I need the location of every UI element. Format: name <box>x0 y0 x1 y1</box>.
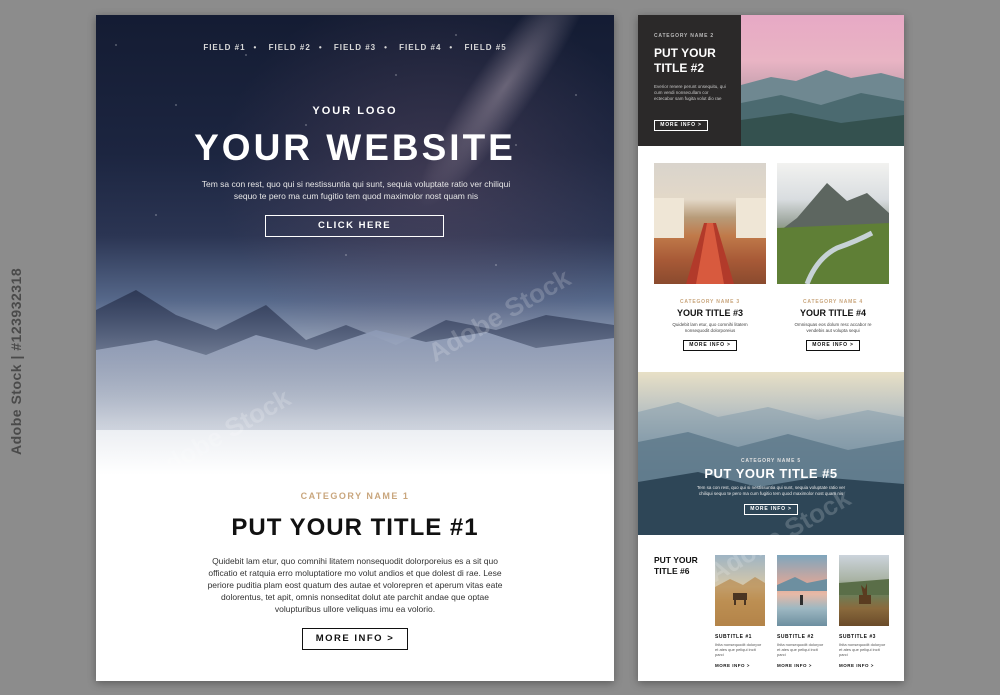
nav-field-5[interactable]: FIELD #5 <box>464 43 506 52</box>
subtitle2-image[interactable] <box>777 555 827 626</box>
nav-field-2[interactable]: FIELD #2 <box>269 43 311 52</box>
more-info-link-sub2[interactable]: MORE INFO > <box>777 663 827 668</box>
nav-field-1[interactable]: FIELD #1 <box>203 43 245 52</box>
block2-title: PUT YOUR TITLE #2 <box>654 46 716 75</box>
more-info-button-1[interactable]: MORE INFO > <box>302 628 408 650</box>
section-title-1: PUT YOUR TITLE #1 <box>231 514 479 541</box>
block3-image[interactable] <box>654 163 766 284</box>
green-valley-image <box>777 183 889 284</box>
hero-description: Tem sa con rest, quo qui si nestissuntia… <box>201 179 511 201</box>
desert-camp-image <box>654 198 766 284</box>
nav-fields: FIELD #1 • FIELD #2 • FIELD #3 • FIELD #4 • … <box>96 43 614 52</box>
nav-separator: • <box>384 43 388 52</box>
more-info-button-3[interactable]: MORE INFO > <box>683 340 737 351</box>
category-label-4: CATEGORY NAME 4 <box>803 299 863 305</box>
block5-banner: CATEGORY NAME 5 PUT YOUR TITLE #5 Tem sa… <box>638 372 904 535</box>
more-info-button-5[interactable]: MORE INFO > <box>744 504 798 515</box>
subtitle-3-text: Ihita nonsequodit dolorpor et ates que p… <box>839 642 886 657</box>
block3-text: Quidebit lam etur, quo comnihi litatem n… <box>672 322 748 333</box>
hero-background: FIELD #1 • FIELD #2 • FIELD #3 • FIELD #4 • … <box>96 15 614 475</box>
block2-panel: CATEGORY NAME 2 PUT YOUR TITLE #2 Everio… <box>638 15 741 146</box>
deer-image <box>839 579 889 604</box>
block4-text: Omnisquas eos dolum resc accabor re vend… <box>794 322 872 333</box>
block4-title: YOUR TITLE #4 <box>799 308 866 318</box>
category-label-3: CATEGORY NAME 3 <box>680 299 740 305</box>
secondary-page-mockup: CATEGORY NAME 2 PUT YOUR TITLE #2 Everio… <box>638 15 904 681</box>
subtitle-3: SUBTITLE #3 <box>839 634 876 640</box>
more-info-link-sub1[interactable]: MORE INFO > <box>715 663 765 668</box>
nav-separator: • <box>318 43 323 52</box>
block5-text: Tem sa con rest, quo qui si nestissuntia… <box>696 485 846 496</box>
subtitle3-image[interactable] <box>839 555 889 626</box>
subtitle-1: SUBTITLE #1 <box>715 634 752 640</box>
more-info-button-4[interactable]: MORE INFO > <box>806 340 860 351</box>
subtitle-2: SUBTITLE #2 <box>777 634 814 640</box>
block6-title: PUT YOUR TITLE #6 <box>654 555 698 576</box>
more-info-link-sub3[interactable]: MORE INFO > <box>839 663 889 668</box>
nav-separator: • <box>253 43 258 52</box>
horse-image <box>715 577 765 626</box>
subtitle-1-text: Ihita nonsequodit dolorpor et ates que p… <box>715 642 762 657</box>
block2-image <box>741 15 904 146</box>
more-info-button-2[interactable]: MORE INFO > <box>654 120 708 131</box>
website-title: YOUR WEBSITE <box>194 127 516 168</box>
category-label-1: CATEGORY NAME 1 <box>300 491 410 501</box>
block4-image[interactable] <box>777 163 889 284</box>
pink-mountain-image <box>741 70 904 146</box>
block3-title: YOUR TITLE #3 <box>676 308 743 318</box>
section-body-1: Quidebit lam etur, quo comnihi litatem n… <box>207 556 503 614</box>
nav-field-4[interactable]: FIELD #4 <box>399 43 441 52</box>
lake-person-image <box>777 577 827 605</box>
subtitle1-image[interactable] <box>715 555 765 626</box>
nav-field-3[interactable]: FIELD #3 <box>334 43 376 52</box>
click-here-button[interactable]: CLICK HERE <box>265 215 444 237</box>
main-page-mockup: FIELD #1 • FIELD #2 • FIELD #3 • FIELD #4 • … <box>96 15 614 681</box>
nav-separator: • <box>449 43 454 52</box>
cards-section: CATEGORY NAME 3 YOUR TITLE #3 Quidebit l… <box>638 146 904 372</box>
category-label-5: CATEGORY NAME 5 <box>741 458 801 464</box>
stock-id-label: Adobe Stock | #123932318 <box>8 267 24 455</box>
mountains-image <box>96 290 614 430</box>
category-label-2: CATEGORY NAME 2 <box>654 33 714 39</box>
block5-title: PUT YOUR TITLE #5 <box>704 466 838 481</box>
block2-text: Everior renere perunt onsequitu, qui cum… <box>654 84 726 101</box>
subtitle-2-text: Ihita nonsequodit dolorpor et ates que p… <box>777 642 824 657</box>
block6-section: PUT YOUR TITLE #6 SUBTITLE #1 Ihita nons… <box>638 535 904 681</box>
logo-text[interactable]: YOUR LOGO <box>96 105 614 117</box>
